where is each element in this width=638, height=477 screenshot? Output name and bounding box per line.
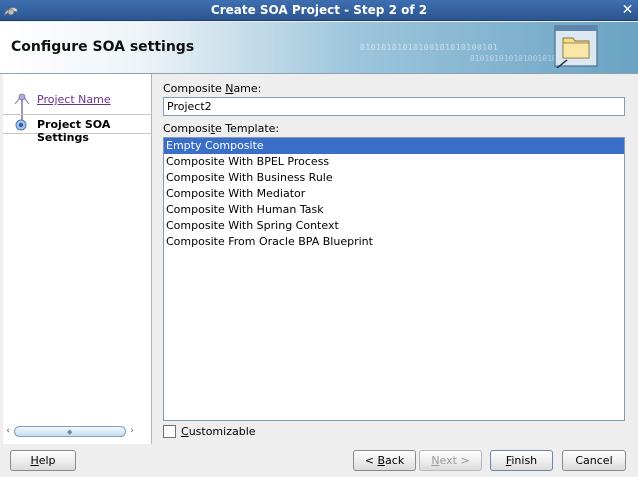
template-item-spring-context[interactable]: Composite With Spring Context xyxy=(164,218,624,234)
scrollbar-thumb[interactable]: ◆ xyxy=(14,426,126,437)
finish-button[interactable]: Finish xyxy=(490,450,553,471)
template-item-mediator[interactable]: Composite With Mediator xyxy=(164,186,624,202)
close-icon[interactable]: ✕ xyxy=(619,2,636,19)
step-label-project-soa-settings: Project SOA Settings xyxy=(37,118,111,144)
customizable-label[interactable]: Customizable xyxy=(181,425,256,438)
step-link-project-name[interactable]: Project Name xyxy=(37,93,111,106)
window-title: Create SOA Project - Step 2 of 2 xyxy=(210,3,428,17)
help-button[interactable]: Help xyxy=(10,450,76,471)
template-item-empty-composite[interactable]: Empty Composite xyxy=(164,138,624,154)
composite-template-label: Composite Template: xyxy=(163,122,280,135)
composite-name-input[interactable] xyxy=(163,97,625,116)
wizard-header: Configure SOA settings 01010101010100101… xyxy=(0,22,638,74)
scroll-left-icon[interactable]: ‹ xyxy=(3,426,13,437)
decor-binary-text: 01010101010100101010100101 xyxy=(360,43,499,52)
step-completed-icon xyxy=(14,93,30,105)
steps-horizontal-scrollbar[interactable]: ‹ ◆ › xyxy=(3,424,138,439)
page-title: Configure SOA settings xyxy=(11,39,195,55)
template-item-bpa-blueprint[interactable]: Composite From Oracle BPA Blueprint xyxy=(164,234,624,250)
template-item-human-task[interactable]: Composite With Human Task xyxy=(164,202,624,218)
title-bar[interactable]: Create SOA Project - Step 2 of 2 ✕ xyxy=(0,0,638,21)
composite-name-label: Composite Name: xyxy=(163,82,262,95)
step-current-icon xyxy=(15,119,27,131)
scroll-grip-icon: ◆ xyxy=(67,428,73,436)
wizard-steps-panel: Project Name Project SOA Settings xyxy=(3,74,152,444)
back-button[interactable]: < Back xyxy=(353,450,416,471)
cancel-button[interactable]: Cancel xyxy=(562,450,626,471)
template-item-bpel-process[interactable]: Composite With BPEL Process xyxy=(164,154,624,170)
customizable-checkbox[interactable] xyxy=(163,425,176,438)
folder-icon xyxy=(554,25,598,68)
next-button[interactable]: Next > xyxy=(419,450,482,471)
scroll-right-icon[interactable]: › xyxy=(127,426,137,437)
template-item-business-rule[interactable]: Composite With Business Rule xyxy=(164,170,624,186)
step-row-current: Project SOA Settings xyxy=(3,114,152,144)
composite-template-list[interactable]: Empty Composite Composite With BPEL Proc… xyxy=(163,137,625,421)
